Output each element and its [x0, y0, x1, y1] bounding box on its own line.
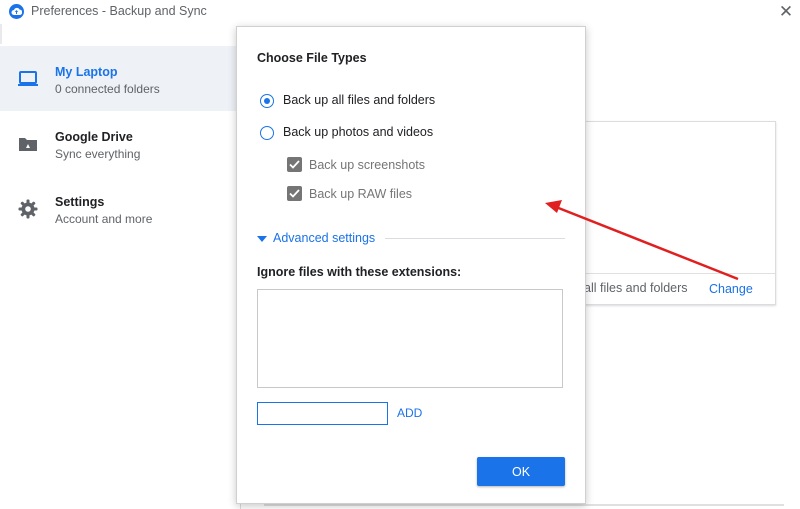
- annotation-arrow: [545, 200, 739, 281]
